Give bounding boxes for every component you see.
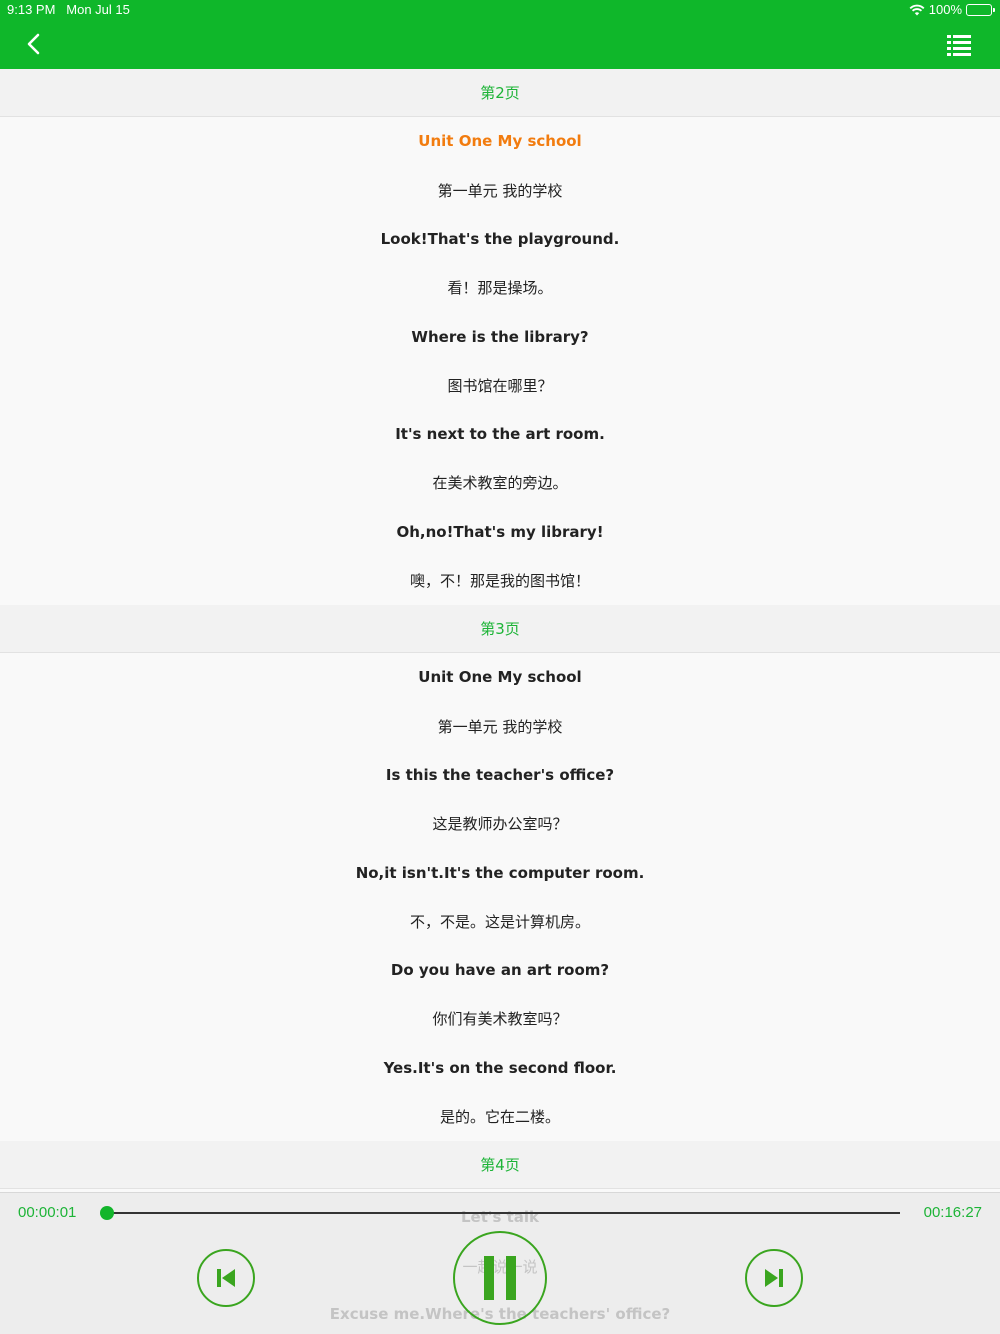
battery-percent: 100% (928, 2, 962, 17)
sentence-en[interactable]: Let's talk (0, 1208, 1000, 1226)
sentence-en[interactable]: Is this the teacher's office? (0, 751, 1000, 800)
playlist-menu-button[interactable] (946, 32, 972, 58)
status-date: Mon Jul 15 (66, 2, 130, 17)
sentence-zh[interactable]: 是的。它在二楼。 (0, 1092, 1000, 1141)
sentence-en[interactable]: Do you have an art room? (0, 946, 1000, 995)
status-right: 100% (909, 2, 995, 17)
transcript-list[interactable]: 第2页 Unit One My school 第一单元 我的学校 Look!Th… (0, 69, 1000, 1191)
sentence-zh[interactable]: 第一单元 我的学校 (0, 702, 1000, 751)
pause-icon (484, 1256, 516, 1300)
chevron-left-icon (27, 33, 40, 55)
total-time: 00:16:27 (923, 1204, 982, 1221)
sentence-en[interactable]: Unit One My school (0, 117, 1000, 166)
navigation-bar (0, 22, 1000, 69)
pause-button[interactable] (453, 1231, 547, 1325)
status-time: 9:13 PM Mon Jul 15 (7, 2, 130, 17)
page-header: 第3页 (0, 604, 1000, 653)
previous-button[interactable] (197, 1249, 255, 1307)
sentence-en[interactable]: Look!That's the playground. (0, 215, 1000, 264)
list-icon (947, 35, 971, 56)
next-button[interactable] (745, 1249, 803, 1307)
sentence-en[interactable]: Unit One My school (0, 653, 1000, 702)
skip-previous-icon (217, 1269, 235, 1287)
skip-next-icon (765, 1269, 783, 1287)
seek-thumb[interactable] (99, 1206, 114, 1220)
sentence-zh[interactable]: 第一单元 我的学校 (0, 166, 1000, 215)
page-header: 第2页 (0, 69, 1000, 117)
sentence-zh[interactable]: 不，不是。这是计算机房。 (0, 897, 1000, 946)
audio-player: Let's talk 一起说一说 Excuse me.Where's the t… (0, 1192, 1000, 1334)
sentence-zh[interactable]: 你们有美术教室吗？ (0, 995, 1000, 1044)
status-clock: 9:13 PM (7, 2, 56, 17)
sentence-en[interactable]: Where is the library? (0, 312, 1000, 361)
sentence-zh[interactable]: 这是教师办公室吗？ (0, 799, 1000, 848)
sentence-zh[interactable]: 图书馆在哪里？ (0, 361, 1000, 410)
seek-bar[interactable] (99, 1206, 900, 1220)
wifi-icon (909, 4, 925, 15)
battery-icon (966, 3, 995, 16)
sentence-zh[interactable]: 看！那是操场。 (0, 263, 1000, 312)
sentence-en[interactable]: Oh,no!That's my library! (0, 507, 1000, 556)
sentence-en[interactable]: It's next to the art room. (0, 410, 1000, 459)
page-header: 第4页 (0, 1140, 1000, 1189)
back-button[interactable] (20, 30, 50, 60)
sentence-zh[interactable]: 噢，不！那是我的图书馆！ (0, 556, 1000, 605)
status-bar: 9:13 PM Mon Jul 15 100% (0, 0, 1000, 22)
sentence-en[interactable]: Yes.It's on the second floor. (0, 1043, 1000, 1092)
elapsed-time: 00:00:01 (18, 1204, 77, 1221)
sentence-en[interactable]: No,it isn't.It's the computer room. (0, 848, 1000, 897)
sentence-zh[interactable]: 在美术教室的旁边。 (0, 459, 1000, 508)
